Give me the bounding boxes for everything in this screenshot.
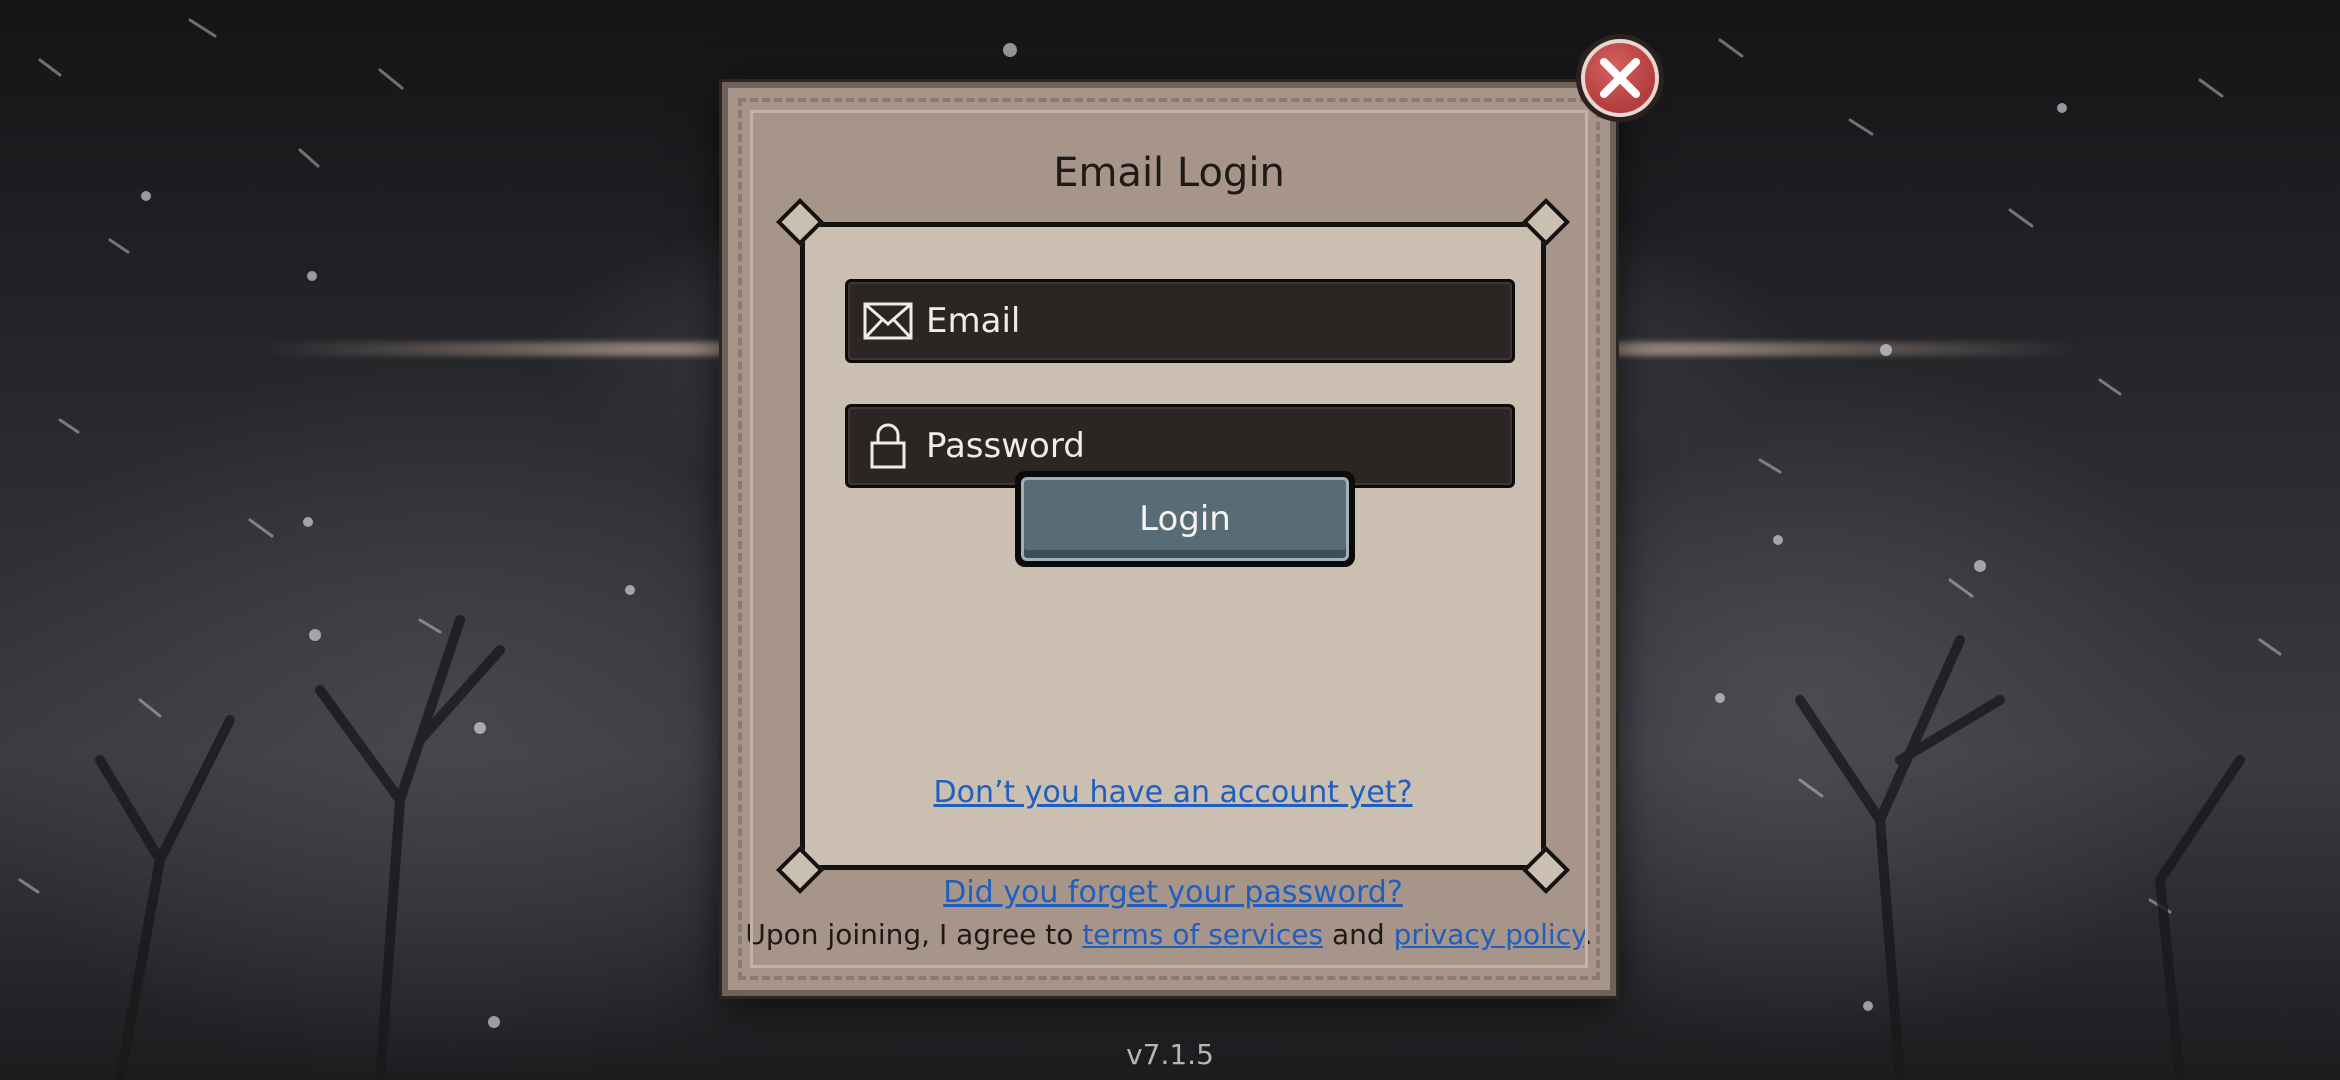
forgot-password-link[interactable]: Did you forget your password?	[805, 875, 1541, 910]
panel-corner-ornament	[775, 197, 825, 247]
signup-link[interactable]: Don’t you have an account yet?	[805, 775, 1541, 810]
panel-corner-ornament	[775, 845, 825, 895]
password-field[interactable]: Password	[845, 404, 1515, 488]
password-placeholder: Password	[926, 426, 1085, 466]
email-login-dialog: Email Login Email Password Login Don’t y…	[722, 82, 1616, 996]
lock-icon	[862, 420, 914, 472]
panel-corner-ornament	[1521, 845, 1571, 895]
email-placeholder: Email	[926, 301, 1021, 341]
dialog-title: Email Login	[1053, 150, 1285, 196]
privacy-policy-link[interactable]: privacy policy	[1394, 918, 1584, 951]
terms-and: and	[1332, 918, 1385, 951]
email-field[interactable]: Email	[845, 279, 1515, 363]
close-button[interactable]	[1576, 34, 1664, 122]
login-form-panel: Email Password Login Don’t you have an a…	[775, 197, 1571, 910]
terms-suffix: .	[1583, 918, 1593, 951]
game-background: Email Login Email Password Login Don’t y…	[0, 0, 2340, 1080]
version-label: v7.1.5	[1126, 1038, 1214, 1071]
envelope-icon	[862, 295, 914, 347]
terms-of-service-link[interactable]: terms of services	[1082, 918, 1323, 951]
close-icon	[1581, 39, 1659, 117]
terms-prefix: Upon joining, I agree to	[745, 918, 1074, 951]
terms-agreement: Upon joining, I agree to terms of servic…	[728, 918, 1610, 951]
panel-corner-ornament	[1521, 197, 1571, 247]
login-button-label: Login	[1021, 477, 1349, 561]
login-button[interactable]: Login	[1015, 471, 1355, 567]
